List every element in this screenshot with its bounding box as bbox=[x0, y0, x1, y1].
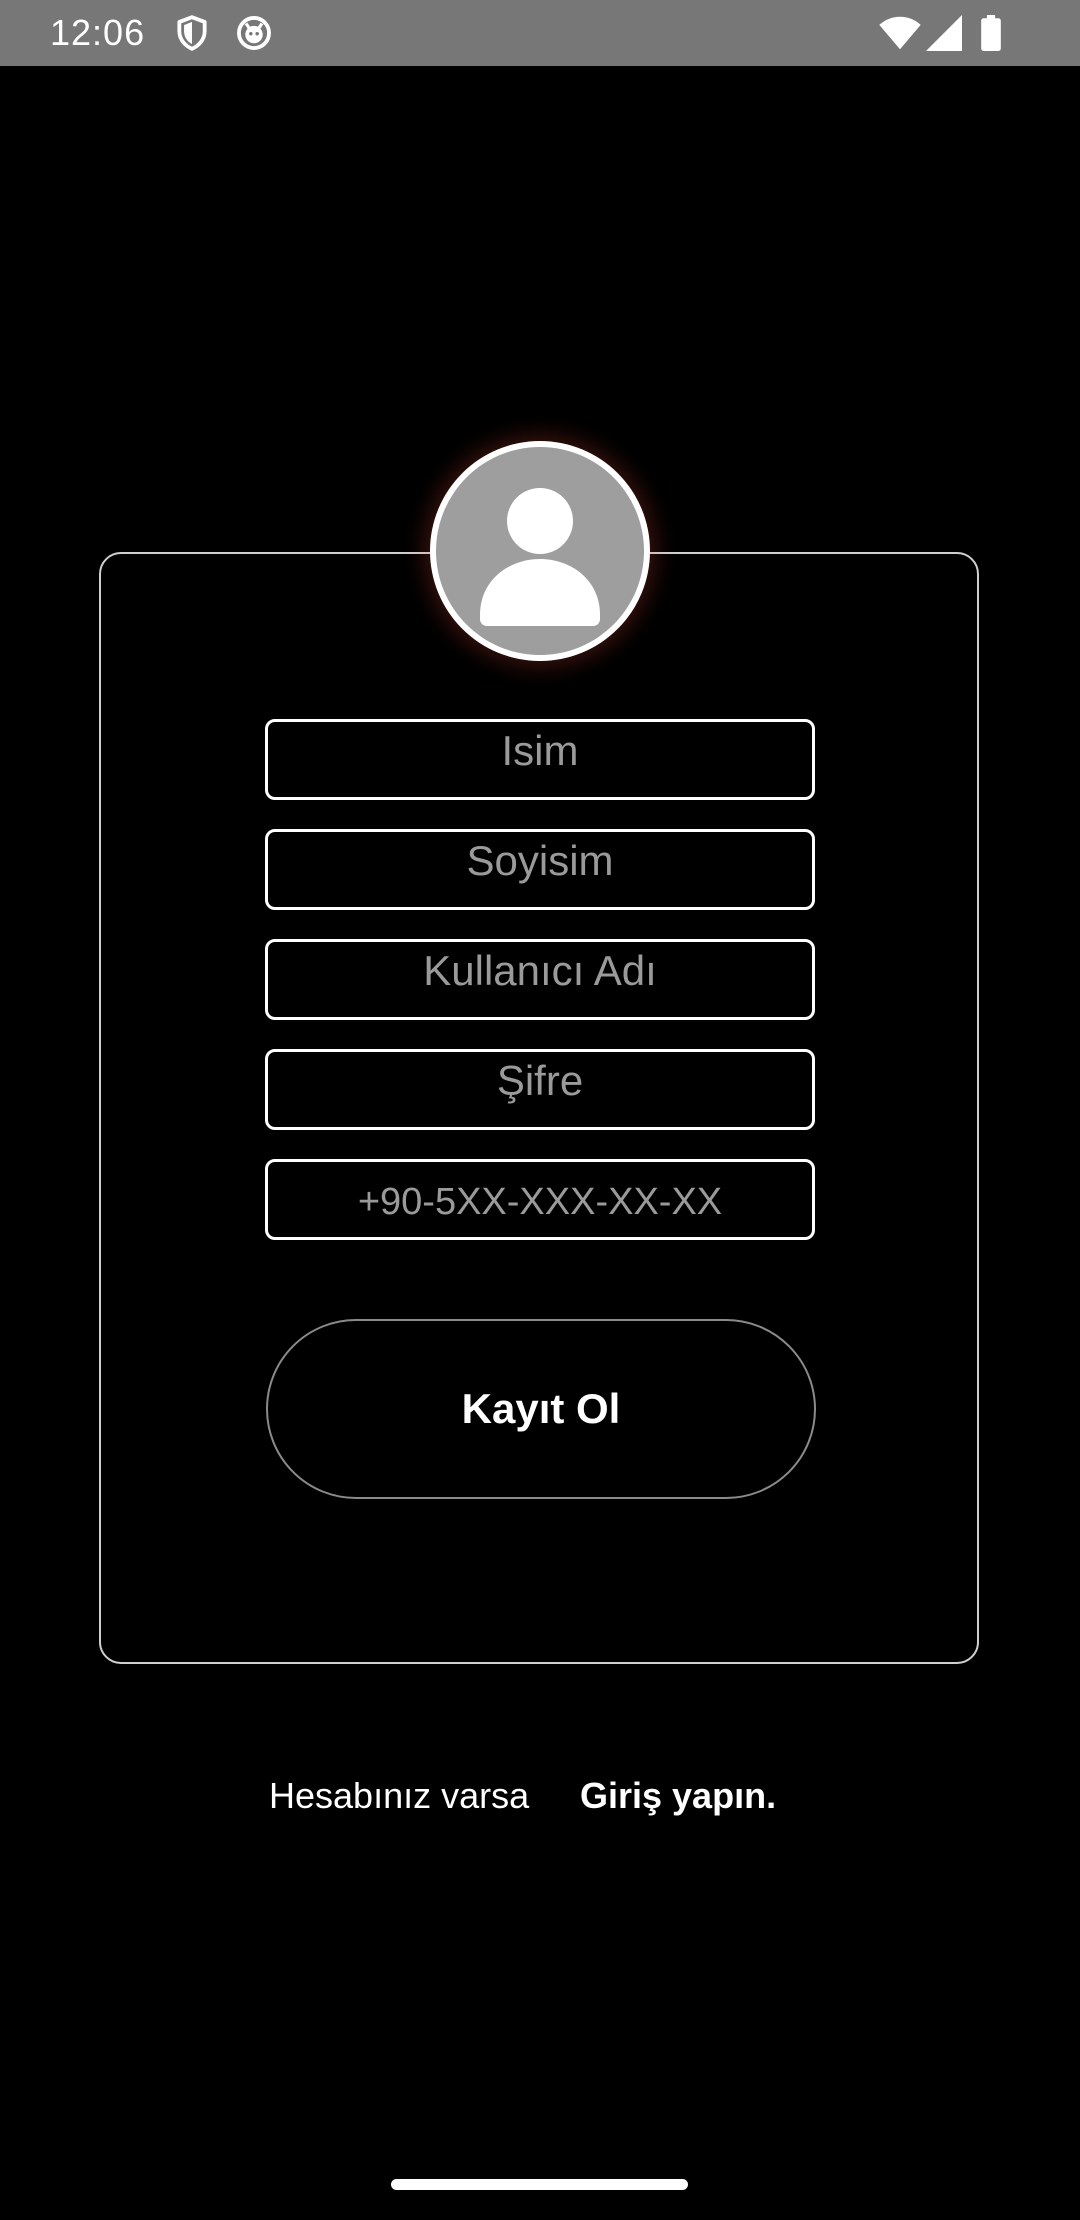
password-input[interactable] bbox=[268, 1052, 812, 1127]
status-bar: 12:06 bbox=[0, 0, 1080, 66]
battery-icon bbox=[981, 15, 1001, 51]
phone-field bbox=[265, 1159, 815, 1240]
login-prompt-text: Hesabınız varsa bbox=[269, 1775, 530, 1816]
register-button[interactable]: Kayıt Ol bbox=[266, 1319, 816, 1499]
login-link[interactable]: Giriş yapın. bbox=[580, 1775, 776, 1817]
wifi-icon bbox=[879, 16, 921, 50]
shield-icon bbox=[177, 15, 207, 51]
username-field bbox=[265, 939, 815, 1020]
first-name-field bbox=[265, 719, 815, 800]
signal-icon bbox=[926, 15, 962, 51]
home-indicator[interactable] bbox=[391, 2179, 688, 2190]
phone-input[interactable] bbox=[268, 1162, 812, 1237]
status-time: 12:06 bbox=[50, 12, 146, 53]
register-button-label: Kayıt Ol bbox=[461, 1385, 621, 1432]
username-input[interactable] bbox=[268, 942, 812, 1017]
person-icon bbox=[480, 488, 600, 626]
last-name-input[interactable] bbox=[268, 832, 812, 907]
cat-face-icon bbox=[237, 16, 271, 50]
last-name-field bbox=[265, 829, 815, 910]
password-field bbox=[265, 1049, 815, 1130]
first-name-input[interactable] bbox=[268, 722, 812, 797]
avatar[interactable] bbox=[430, 441, 650, 661]
